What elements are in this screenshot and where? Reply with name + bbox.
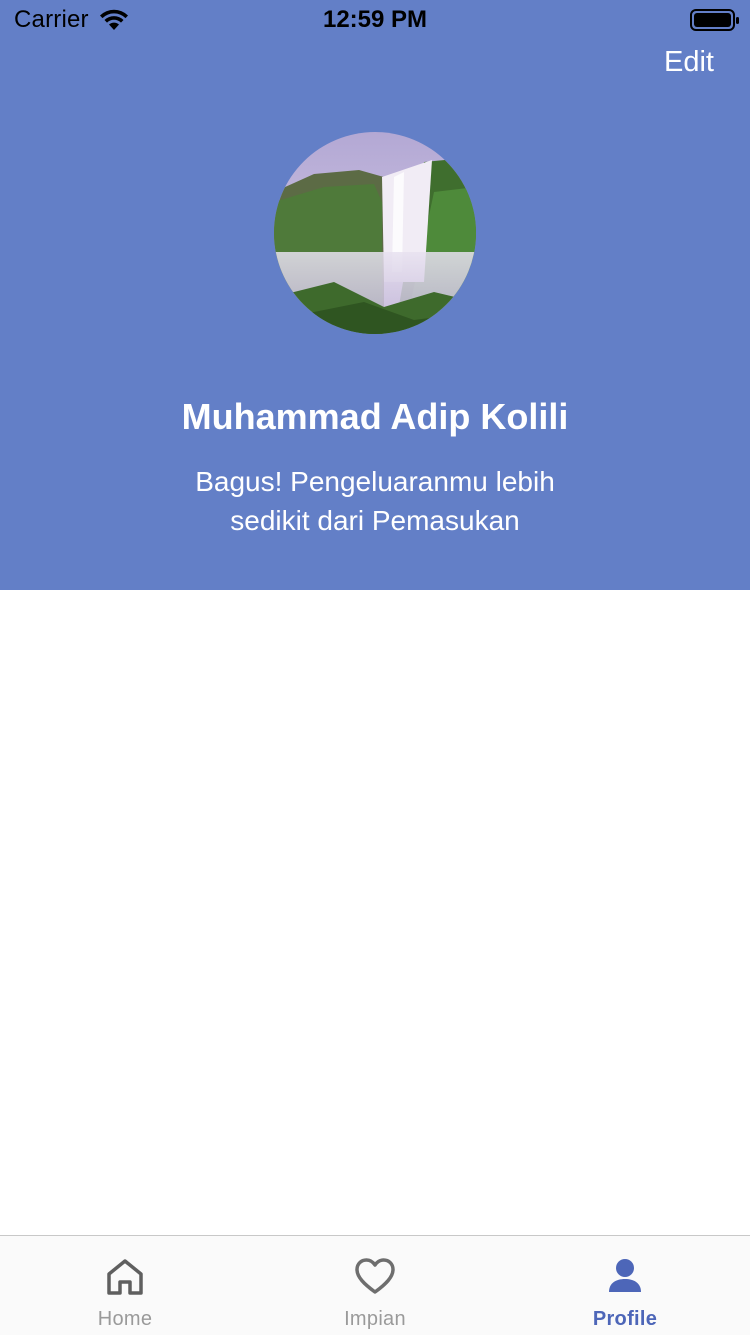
tab-home[interactable]: Home [0, 1236, 250, 1335]
battery-icon [690, 9, 739, 31]
user-name: Muhammad Adip Kolili [181, 396, 569, 437]
avatar[interactable] [274, 132, 476, 334]
status-line-2: sedikit dari Pemasukan [230, 505, 520, 536]
tab-bar: Home Impian Profile [0, 1235, 750, 1335]
home-icon [107, 1259, 143, 1295]
status-bar: Carrier 12:59 PM [0, 0, 750, 40]
status-line-1: Bagus! Pengeluaranmu lebih [195, 466, 555, 497]
tab-home-label: Home [97, 1308, 153, 1330]
tab-impian-label: Impian [344, 1308, 406, 1330]
clock: 12:59 PM [322, 6, 428, 33]
tab-profile[interactable]: Profile [500, 1236, 750, 1335]
user-status-message: Bagus! Pengeluaranmu lebih sedikit dari … [150, 462, 600, 540]
waterfall-photo [274, 132, 476, 334]
tab-impian[interactable]: Impian [250, 1236, 500, 1335]
profile-header: Carrier 12:59 PM Edit Muhammad Adip Koli… [0, 0, 750, 590]
person-icon [609, 1259, 641, 1292]
heart-icon [355, 1258, 395, 1294]
edit-button[interactable]: Edit [664, 46, 714, 79]
tab-profile-label: Profile [592, 1308, 658, 1330]
